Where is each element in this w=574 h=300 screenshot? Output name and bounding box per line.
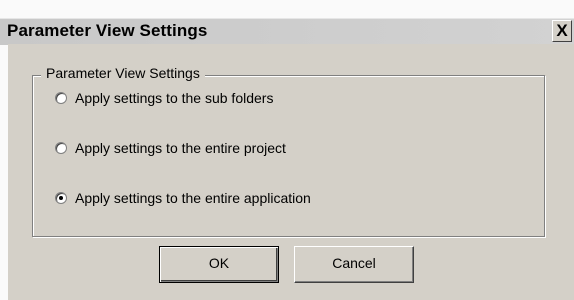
radio-label-sub-folders[interactable]: Apply settings to the sub folders <box>75 90 273 106</box>
radio-label-entire-project[interactable]: Apply settings to the entire project <box>75 140 286 156</box>
cancel-button[interactable]: Cancel <box>294 246 414 283</box>
dialog-window: Parameter View Settings X Parameter View… <box>0 0 574 300</box>
radio-option-entire-application[interactable]: Apply settings to the entire application <box>55 187 311 209</box>
close-button[interactable]: X <box>552 20 572 42</box>
radio-label-entire-application[interactable]: Apply settings to the entire application <box>75 190 311 206</box>
radio-button-sub-folders[interactable] <box>55 92 67 104</box>
groupbox-caption: Parameter View Settings <box>41 65 205 81</box>
settings-groupbox: Parameter View Settings Apply settings t… <box>32 65 545 237</box>
radio-option-entire-project[interactable]: Apply settings to the entire project <box>55 137 286 159</box>
radio-option-sub-folders[interactable]: Apply settings to the sub folders <box>55 87 273 109</box>
close-icon: X <box>556 21 568 40</box>
dialog-client-area: Parameter View Settings Apply settings t… <box>8 44 574 300</box>
radio-selected-dot <box>59 196 63 200</box>
ok-button[interactable]: OK <box>159 246 279 283</box>
radio-button-entire-application[interactable] <box>55 192 67 204</box>
radio-button-entire-project[interactable] <box>55 142 67 154</box>
title-bar[interactable]: Parameter View Settings X <box>0 18 574 45</box>
window-title: Parameter View Settings <box>7 21 208 40</box>
